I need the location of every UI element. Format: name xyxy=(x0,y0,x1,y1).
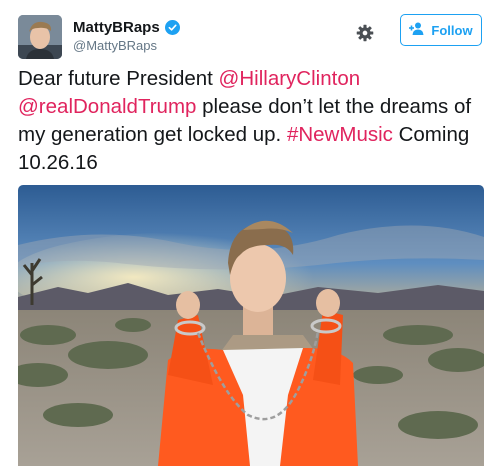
follow-label: Follow xyxy=(431,22,473,38)
display-name[interactable]: MattyBRaps xyxy=(73,19,160,36)
verified-badge-icon xyxy=(164,20,180,35)
avatar[interactable] xyxy=(18,15,62,59)
add-user-icon xyxy=(409,22,425,38)
user-handle[interactable]: @MattyBRaps xyxy=(73,38,180,53)
mention-link[interactable]: @HillaryClinton xyxy=(219,67,361,90)
tweet-text-part: Dear future President xyxy=(18,67,219,90)
tweet-media-photo[interactable] xyxy=(18,185,484,466)
hashtag-link[interactable]: #NewMusic xyxy=(287,123,393,146)
gear-icon[interactable] xyxy=(356,24,374,42)
mention-link[interactable]: @realDonaldTrump xyxy=(18,95,196,118)
tweet-text: Dear future President @HillaryClinton @r… xyxy=(18,65,488,177)
tweet-header: MattyBRaps @MattyBRaps Follow xyxy=(18,13,482,61)
follow-button[interactable]: Follow xyxy=(400,14,482,46)
